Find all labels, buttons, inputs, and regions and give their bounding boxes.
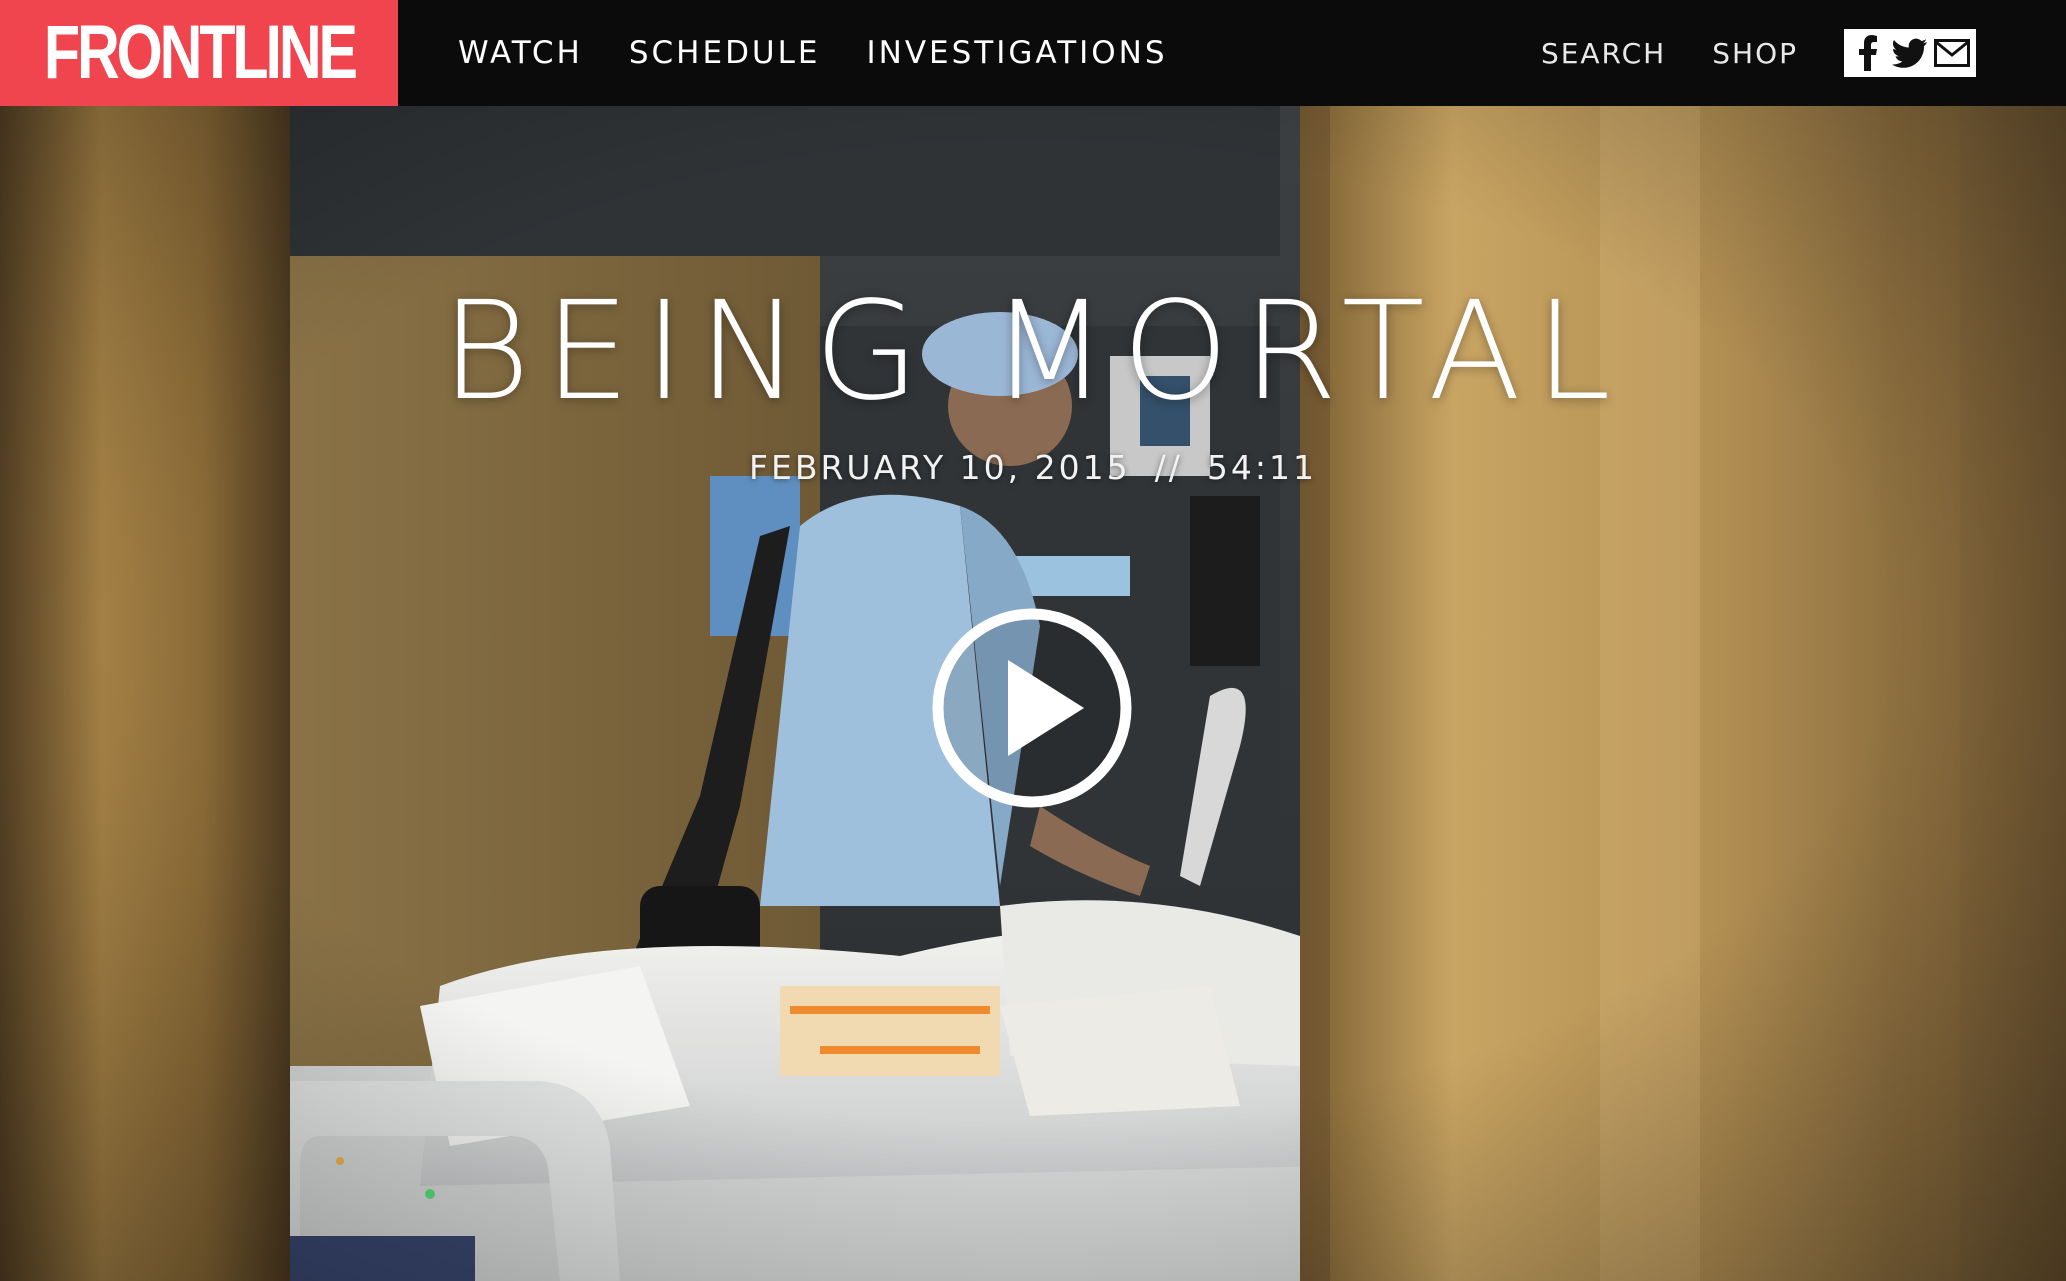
frontline-logo[interactable]: FRONTLINE — [0, 0, 398, 106]
social-share-group — [1844, 29, 1976, 77]
meta-separator: // — [1154, 448, 1183, 487]
page: FRONTLINE WATCH SCHEDULE INVESTIGATIONS … — [0, 0, 2066, 1281]
episode-duration: 54:11 — [1206, 448, 1317, 487]
twitter-icon[interactable] — [1892, 33, 1928, 73]
nav-schedule-link[interactable]: SCHEDULE — [629, 35, 821, 71]
play-button[interactable] — [930, 606, 1134, 810]
logo-text: FRONTLINE — [43, 10, 357, 95]
search-link[interactable]: SEARCH — [1541, 37, 1666, 70]
primary-nav: WATCH SCHEDULE INVESTIGATIONS — [458, 0, 1168, 106]
hero-section: BEING MORTAL FEBRUARY 10, 2015 // 54:11 — [0, 106, 2066, 1281]
top-navigation-bar: FRONTLINE WATCH SCHEDULE INVESTIGATIONS … — [0, 0, 2066, 106]
episode-meta: FEBRUARY 10, 2015 // 54:11 — [0, 448, 2066, 487]
shop-link[interactable]: SHOP — [1712, 37, 1798, 70]
facebook-icon[interactable] — [1850, 33, 1886, 73]
episode-title: BEING MORTAL — [441, 273, 1625, 431]
air-date: FEBRUARY 10, 2015 — [749, 448, 1131, 487]
nav-watch-link[interactable]: WATCH — [458, 35, 583, 71]
play-icon — [932, 608, 1132, 808]
utility-nav: SEARCH SHOP — [1541, 0, 2066, 106]
email-icon[interactable] — [1934, 33, 1970, 73]
nav-investigations-link[interactable]: INVESTIGATIONS — [866, 35, 1167, 71]
